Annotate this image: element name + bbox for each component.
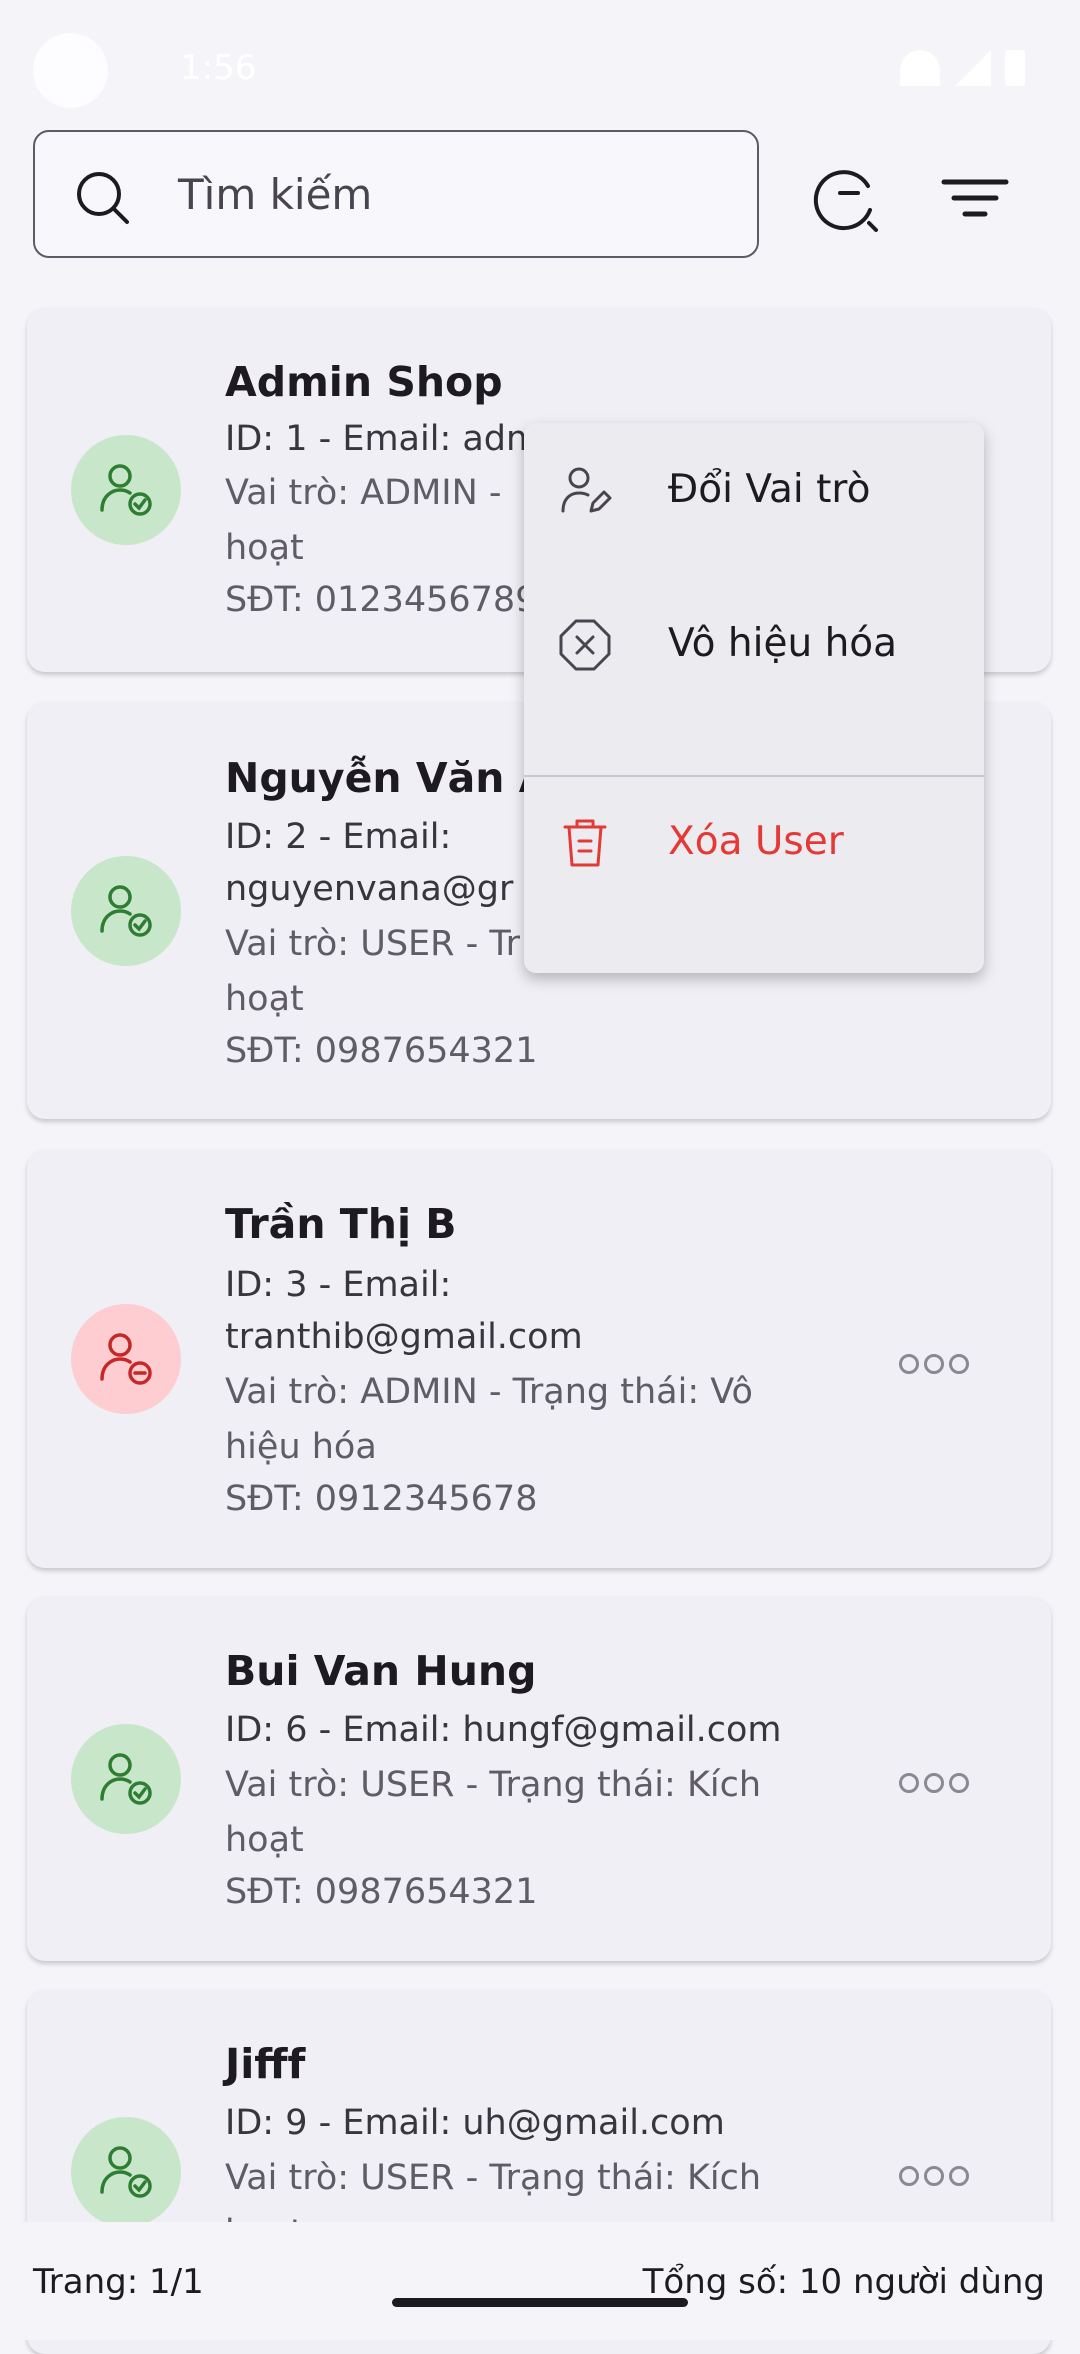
search-placeholder: Tìm kiếm: [178, 170, 373, 219]
user-role-status: Vai trò: ADMIN -: [225, 473, 502, 513]
user-minus-icon: [100, 1333, 152, 1385]
dot-icon: [899, 1773, 919, 1793]
user-name: Admin Shop: [225, 358, 503, 406]
user-id-email: ID: 6 - Email: hungf@gmail.com: [225, 1710, 782, 1750]
user-id-email: ID: 3 - Email:: [225, 1265, 452, 1305]
user-avatar: [71, 1304, 181, 1414]
pagination-footer: Trang: 1/1 Tổng số: 10 người dùng: [0, 2222, 1080, 2340]
dot-icon: [924, 1354, 944, 1374]
search-icon: [77, 172, 129, 224]
user-status-cont: hoạt: [225, 1820, 304, 1860]
user-role-status: Vai trò: ADMIN - Trạng thái: Vô: [225, 1372, 753, 1412]
dot-icon: [949, 1773, 969, 1793]
dot-icon: [899, 1354, 919, 1374]
user-avatar: [71, 856, 181, 966]
user-status-cont: hoạt: [225, 979, 304, 1019]
wifi-icon: [900, 50, 940, 86]
user-edit-icon: [561, 467, 612, 513]
user-role-status: Vai trò: USER - Trạng thái: Kích: [225, 2158, 762, 2198]
trash-icon: [563, 819, 607, 867]
battery-icon: [1005, 50, 1025, 86]
user-avatar: [71, 435, 181, 545]
more-options-button[interactable]: [891, 1763, 973, 1803]
user-email: nguyenvana@gr: [225, 869, 514, 909]
camera-cutout: [33, 33, 108, 108]
user-name: Bui Van Hung: [225, 1647, 537, 1695]
user-role-status: Vai trò: USER - Trạng thái: Kích: [225, 1765, 762, 1805]
status-time: 1:56: [180, 48, 257, 88]
total-users: Tổng số: 10 người dùng: [642, 2262, 1045, 2302]
status-bar: 1:56: [0, 0, 1080, 140]
page-indicator: Trang: 1/1: [33, 2262, 204, 2302]
menu-label-change-role: Đổi Vai trò: [668, 467, 871, 512]
home-indicator[interactable]: [392, 2298, 688, 2307]
menu-item-disable[interactable]: Vô hiệu hóa: [524, 577, 984, 707]
user-role-status: Vai trò: USER - Tr: [225, 924, 520, 964]
user-card[interactable]: Bui Van Hung ID: 6 - Email: hungf@gmail.…: [27, 1597, 1051, 1961]
user-name: Jifff: [225, 2040, 306, 2088]
dot-icon: [899, 2166, 919, 2186]
user-phone: SĐT: 0987654321: [225, 1031, 538, 1071]
user-phone: SĐT: 0987654321: [225, 1872, 538, 1912]
user-avatar: [71, 2117, 181, 2227]
user-avatar: [71, 1724, 181, 1834]
user-check-icon: [100, 1753, 152, 1805]
more-options-button[interactable]: [891, 2156, 973, 2196]
menu-item-delete[interactable]: Xóa User: [524, 775, 984, 905]
signal-icon: [955, 50, 991, 86]
user-name: Trần Thị B: [225, 1200, 457, 1248]
filter-button[interactable]: [940, 168, 1010, 228]
user-actions-menu: Đổi Vai trò Vô hiệu hóa Xóa User: [524, 423, 984, 973]
user-check-icon: [100, 2146, 152, 2198]
more-options-button[interactable]: [891, 1344, 973, 1384]
user-id-email: ID: 9 - Email: uh@gmail.com: [225, 2103, 725, 2143]
menu-label-disable: Vô hiệu hóa: [668, 621, 898, 666]
user-phone: SĐT: 0123456789: [225, 580, 538, 620]
dot-icon: [924, 2166, 944, 2186]
dot-icon: [949, 2166, 969, 2186]
dot-icon: [949, 1354, 969, 1374]
user-card[interactable]: Trần Thị B ID: 3 - Email: tranthib@gmail…: [27, 1150, 1051, 1568]
user-id-email: ID: 1 - Email: adm: [225, 419, 541, 459]
close-circle-icon: [559, 619, 611, 671]
user-status-cont: hoạt: [225, 528, 304, 568]
menu-label-delete: Xóa User: [668, 819, 844, 864]
search-input[interactable]: Tìm kiếm: [33, 130, 759, 258]
user-status-cont: hiệu hóa: [225, 1427, 377, 1467]
user-name: Nguyễn Văn A: [225, 754, 551, 802]
user-phone: SĐT: 0912345678: [225, 1479, 538, 1519]
dot-icon: [924, 1773, 944, 1793]
refresh-button[interactable]: [806, 160, 886, 240]
user-email: tranthib@gmail.com: [225, 1317, 583, 1357]
user-check-icon: [100, 464, 152, 516]
status-icons: [900, 50, 1030, 90]
user-id-email: ID: 2 - Email:: [225, 817, 452, 857]
menu-item-change-role[interactable]: Đổi Vai trò: [524, 423, 984, 553]
user-check-icon: [100, 885, 152, 937]
